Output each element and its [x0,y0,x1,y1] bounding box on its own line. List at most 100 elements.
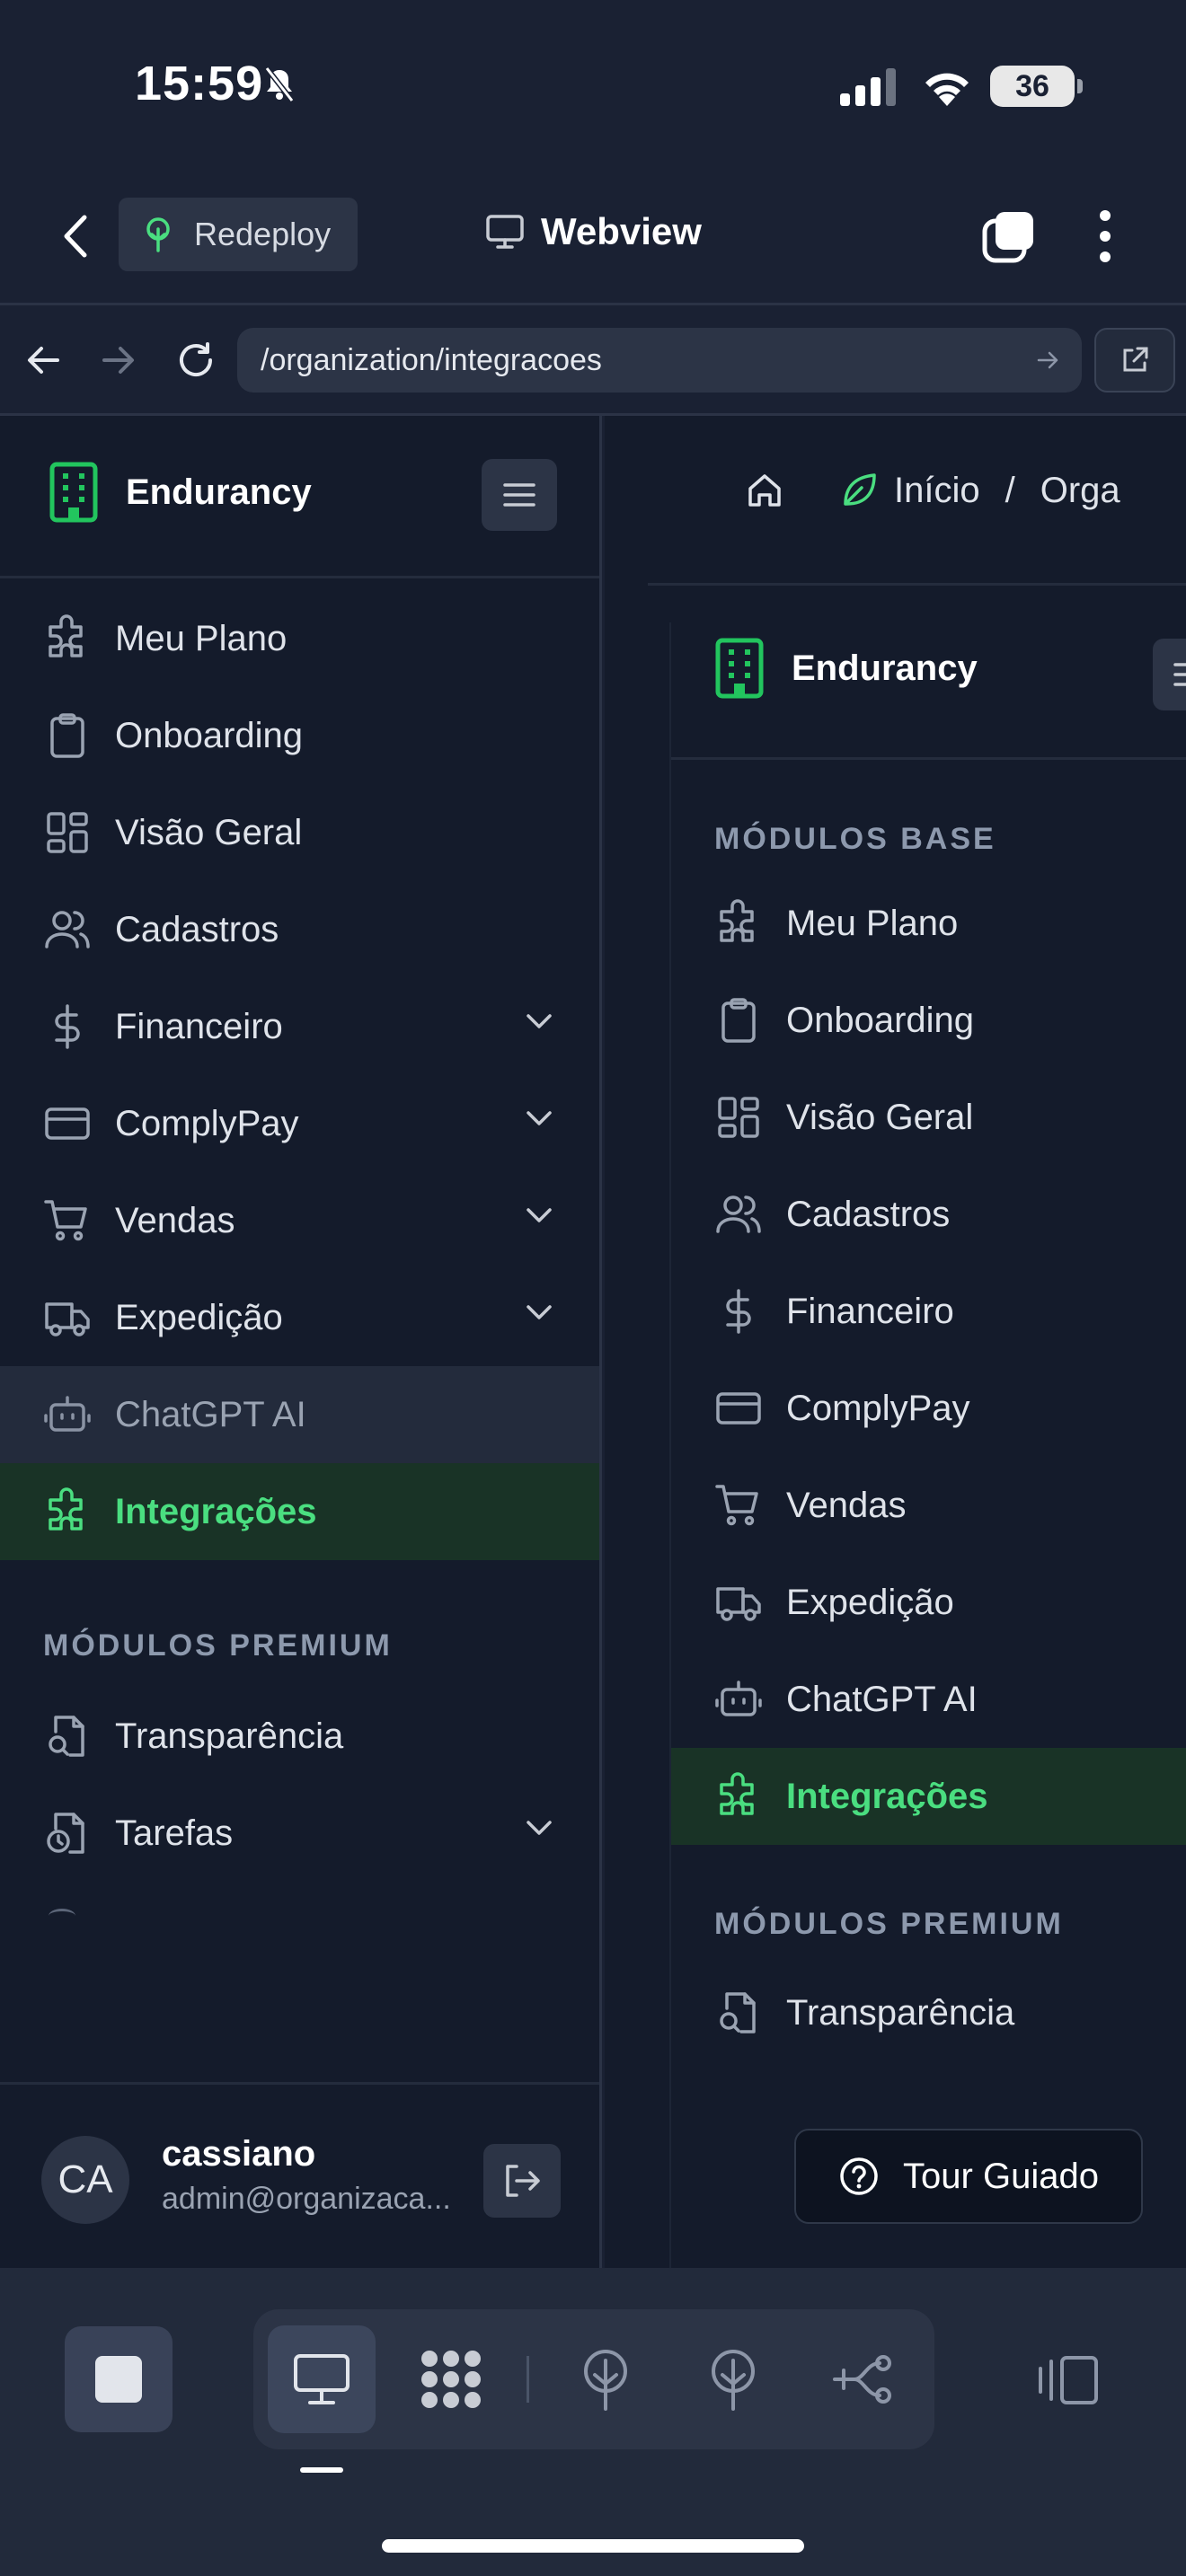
embedded-menu-button[interactable] [1153,639,1186,710]
building-icon [715,638,764,699]
content-item-label: Meu Plano [786,903,959,943]
sidebar-item-cadastros[interactable]: Cadastros [0,881,599,978]
dashboard-icon [47,812,88,853]
avatar[interactable]: CA [41,2136,129,2224]
sidebar-item-label: Meu Plano [115,618,288,658]
git-branch-icon [833,2355,891,2404]
embedded-brand[interactable]: Endurancy [714,637,978,700]
sidebar-menu-button[interactable] [482,459,557,531]
sidebar-item-onboarding[interactable]: Onboarding [0,687,599,784]
puzzle-icon [720,899,754,942]
content-item-label: ComplyPay [786,1388,970,1428]
content-item-financeiro[interactable]: Financeiro [671,1263,1186,1360]
section-label-premium: MÓDULOS PREMIUM [714,1907,1064,1941]
content-item-chatgpt-ai[interactable]: ChatGPT AI [671,1651,1186,1748]
sidebar-item-chatgpt-ai[interactable]: ChatGPT AI [0,1366,599,1463]
signal-icon [840,68,896,106]
nav-back-icon[interactable] [25,344,61,376]
sidebar-item-label: Transparência [115,1716,344,1756]
chevron-down-icon[interactable] [526,1206,553,1224]
more-vertical-icon[interactable] [1098,208,1112,264]
sidebar: Endurancy Meu Plano Onboarding Visão Ger… [0,416,602,2268]
url-bar: /organization/integracoes [0,308,1186,416]
content-item-visao-geral[interactable]: Visão Geral [671,1069,1186,1166]
workflow-button[interactable] [809,2325,916,2433]
sidebar-item-label: ChatGPT AI [115,1394,306,1434]
breadcrumb-divider [648,583,1186,586]
sidebar-item-meu-plano[interactable]: Meu Plano [0,590,599,687]
split-view-icon[interactable] [1035,2354,1100,2406]
section-label-base: MÓDULOS BASE [714,822,996,856]
nav-forward-icon[interactable] [101,344,137,376]
sidebar-item-financeiro[interactable]: Financeiro [0,978,599,1075]
redeploy-label: Redeploy [194,216,332,252]
main-content: Início / Orga Endurancy MÓDULOS BASE Meu… [605,416,1186,2268]
sidebar-brand-name: Endurancy [126,472,312,512]
blocks-icon [421,2351,481,2408]
redeploy-chip[interactable]: Redeploy [119,198,358,271]
content-item-expedicao[interactable]: Expedição [671,1554,1186,1651]
silent-bell-icon [264,66,295,102]
content-item-transparencia[interactable]: Transparência [671,1964,1186,2061]
tabs-icon[interactable] [981,208,1037,264]
sidebar-item-tarefas[interactable]: Tarefas [0,1785,599,1882]
deploy-tree-button-1[interactable] [552,2325,659,2433]
user-email: admin@organizaca... [162,2182,451,2216]
status-bar: 15:59 36 [0,0,1186,171]
dashboard-icon [718,1097,759,1138]
content-item-vendas[interactable]: Vendas [671,1457,1186,1554]
desktop-view-button[interactable] [268,2325,376,2433]
open-external-button[interactable] [1094,328,1175,393]
puzzle-icon [49,614,83,657]
bot-icon [44,1396,91,1432]
menu-icon [503,483,535,507]
home-icon[interactable] [745,471,784,510]
stop-button[interactable] [65,2326,173,2432]
chevron-down-icon[interactable] [526,1109,553,1127]
sidebar-brand[interactable]: Endurancy [49,461,312,524]
go-arrow-icon[interactable] [1037,349,1060,371]
content-item-cadastros[interactable]: Cadastros [671,1166,1186,1263]
wifi-icon [925,73,969,106]
logout-icon [506,2165,540,2197]
chevron-down-icon[interactable] [526,1012,553,1030]
file-clock-icon [47,1813,84,1854]
sidebar-divider [0,576,599,578]
sidebar-item-integracoes[interactable]: Integrações [0,1463,599,1560]
sidebar-item-label: Visão Geral [115,812,303,852]
sidebar-item-label: Integrações [115,1491,317,1531]
logout-button[interactable] [483,2144,561,2218]
back-chevron-icon[interactable] [61,214,90,259]
sidebar-item-complypay[interactable]: ComplyPay [0,1075,599,1172]
puzzle-icon [720,1772,754,1815]
dollar-icon [55,1004,80,1049]
bot-icon [715,1681,762,1716]
truck-icon [716,1587,761,1621]
tour-guiado-button[interactable]: Tour Guiado [794,2129,1143,2224]
sidebar-item-transparencia[interactable]: Transparência [0,1688,599,1785]
content-item-meu-plano[interactable]: Meu Plano [671,875,1186,972]
embedded-sidebar: Endurancy MÓDULOS BASE Meu Plano Onboard… [669,622,1186,2268]
deploy-tree-button-2[interactable] [679,2325,787,2433]
content-item-integracoes[interactable]: Integrações [671,1748,1186,1845]
content-item-label: Onboarding [786,1000,975,1040]
breadcrumb-home[interactable]: Início [894,471,980,511]
sidebar-item-expedicao[interactable]: Expedição [0,1269,599,1366]
url-input[interactable]: /organization/integracoes [237,328,1082,393]
puzzle-icon [49,1487,83,1531]
content-item-onboarding[interactable]: Onboarding [671,972,1186,1069]
sidebar-item-visao-geral[interactable]: Visão Geral [0,784,599,881]
content-item-label: Integrações [786,1776,988,1816]
user-name: cassiano [162,2134,316,2174]
reload-icon[interactable] [176,340,216,380]
truck-icon [45,1302,90,1337]
sidebar-item-label: Financeiro [115,1006,283,1046]
tree-icon [146,217,170,252]
sidebar-item-vendas[interactable]: Vendas [0,1172,599,1269]
cart-icon [44,1200,87,1241]
content-item-complypay[interactable]: ComplyPay [671,1360,1186,1457]
grid-view-button[interactable] [397,2325,505,2433]
chevron-down-icon[interactable] [526,1303,553,1321]
chevron-down-icon[interactable] [526,1819,553,1837]
content-item-label: Vendas [786,1485,907,1525]
